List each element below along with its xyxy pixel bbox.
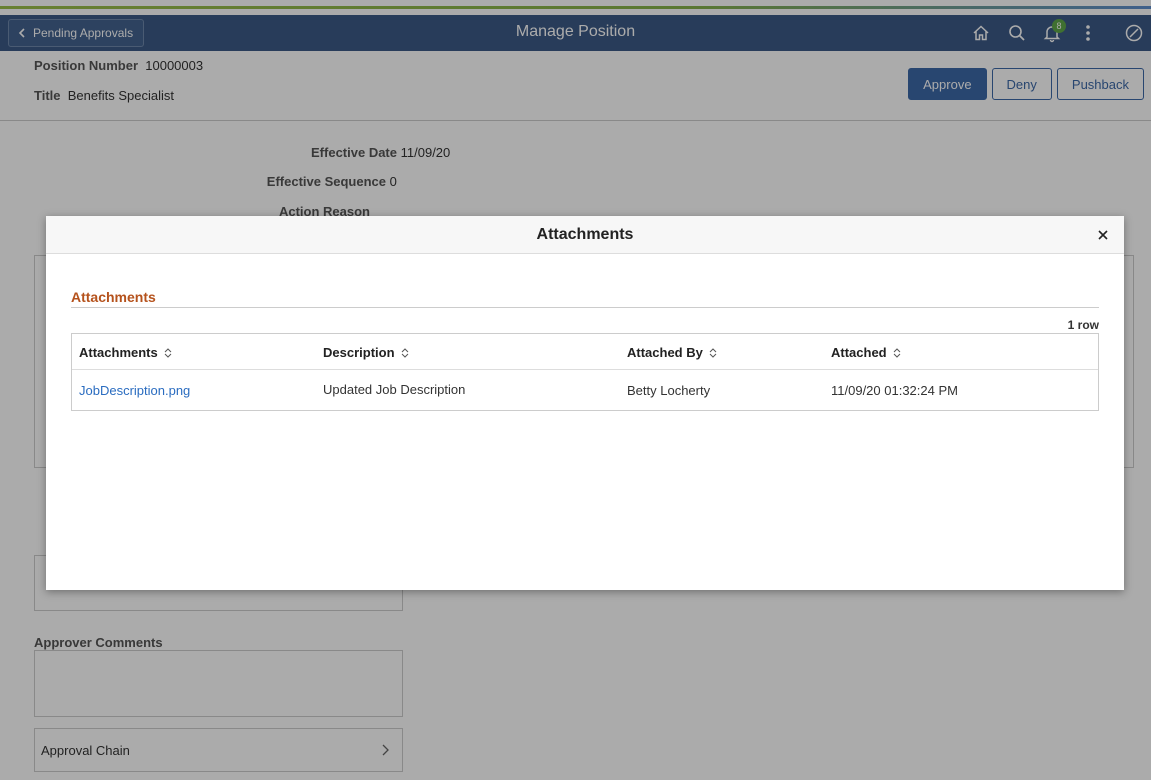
col-attachments[interactable]: Attachments xyxy=(79,345,173,360)
col-attached-by-label: Attached By xyxy=(627,345,703,360)
modal-title: Attachments xyxy=(536,226,634,243)
row-count: 1 row xyxy=(1067,318,1099,332)
sort-icon xyxy=(893,347,900,358)
attachments-grid: Attachments Description Attached By Atta… xyxy=(71,333,1099,411)
col-attached-label: Attached xyxy=(831,345,887,360)
group-divider xyxy=(71,307,1099,308)
col-description-label: Description xyxy=(323,345,395,360)
table-row: JobDescription.png Updated Job Descripti… xyxy=(72,370,1098,410)
attachment-attached-by: Betty Locherty xyxy=(627,383,711,398)
grid-header: Attachments Description Attached By Atta… xyxy=(72,334,1098,370)
sort-icon xyxy=(709,347,717,358)
group-title: Attachments xyxy=(71,289,156,305)
attachment-attached-datetime: 11/09/20 01:32:24 PM xyxy=(831,383,958,398)
attachments-modal: Attachments Attachments 1 row Attachment… xyxy=(46,216,1124,590)
attachment-description: Updated Job Description xyxy=(323,382,466,397)
col-attached-by[interactable]: Attached By xyxy=(627,345,718,360)
modal-header: Attachments xyxy=(46,216,1124,254)
col-description[interactable]: Description xyxy=(323,345,410,360)
col-attached[interactable]: Attached xyxy=(831,345,902,360)
col-attachments-label: Attachments xyxy=(79,345,158,360)
sort-icon xyxy=(164,347,172,358)
sort-icon xyxy=(401,347,408,358)
attachment-file-link[interactable]: JobDescription.png xyxy=(79,383,190,398)
close-icon[interactable] xyxy=(1096,228,1110,242)
